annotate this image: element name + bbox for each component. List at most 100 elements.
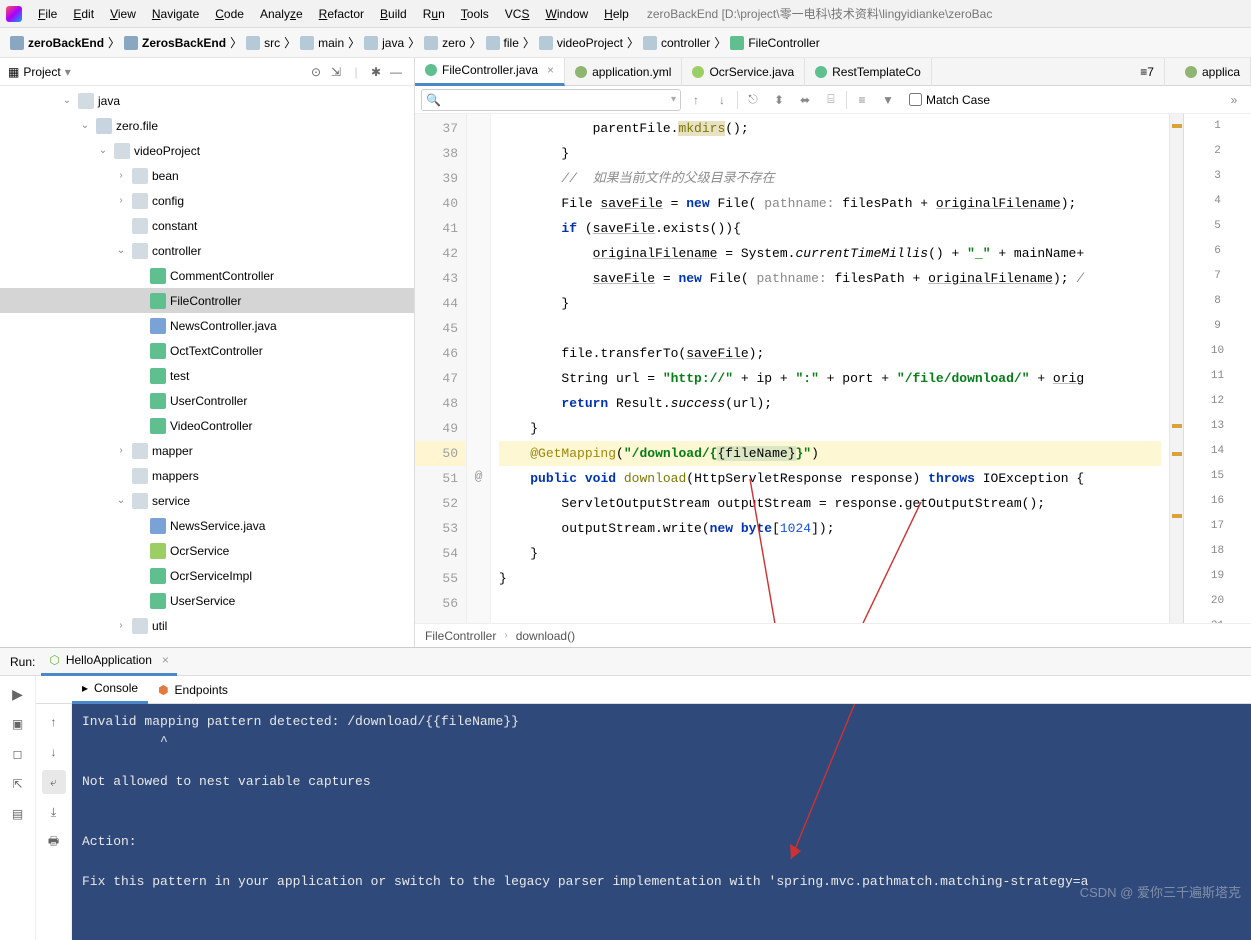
match-case-checkbox[interactable]: Match Case xyxy=(909,93,990,107)
tree-item[interactable]: ›bean xyxy=(0,163,414,188)
tree-item[interactable]: ⌄service xyxy=(0,488,414,513)
breadcrumb-item[interactable]: videoProject xyxy=(557,36,623,50)
breadcrumb-item[interactable]: zeroBackEnd xyxy=(28,36,104,50)
tree-item[interactable]: UserController xyxy=(0,388,414,413)
menu-vcs[interactable]: VCS xyxy=(497,7,538,21)
tabs-overflow[interactable]: ≡7 xyxy=(1130,58,1165,86)
breadcrumb-item[interactable]: FileController xyxy=(748,36,819,50)
filter-4-icon[interactable]: ⌸ xyxy=(820,89,842,111)
menu-navigate[interactable]: Navigate xyxy=(144,7,207,21)
close-icon[interactable]: × xyxy=(162,653,169,667)
editor-tab[interactable]: application.yml xyxy=(565,58,682,86)
tree-item[interactable]: constant xyxy=(0,213,414,238)
tree-item[interactable]: NewsController.java xyxy=(0,313,414,338)
menu-build[interactable]: Build xyxy=(372,7,415,21)
line-gutter[interactable]: 3738394041424344454647484950515253545556 xyxy=(415,114,467,623)
menu-analyze[interactable]: Analyze xyxy=(252,7,311,21)
more-icon[interactable]: » xyxy=(1223,89,1245,111)
editor-tab[interactable]: RestTemplateCo xyxy=(805,58,932,86)
breadcrumb-item[interactable]: zero xyxy=(442,36,465,50)
menu-run[interactable]: Run xyxy=(415,7,453,21)
code-content[interactable]: parentFile.mkdirs(); } // 如果当前文件的父级目录不存在… xyxy=(491,114,1169,623)
tree-arrow-icon[interactable]: ⌄ xyxy=(96,144,110,158)
match-case-input[interactable] xyxy=(909,93,922,106)
filter-1-icon[interactable]: ⎋ xyxy=(742,89,764,111)
tree-arrow-icon[interactable]: ⌄ xyxy=(114,494,128,508)
error-stripe[interactable] xyxy=(1169,114,1183,623)
filter-3-icon[interactable]: ⬌ xyxy=(794,89,816,111)
tab-right-split[interactable]: applica xyxy=(1175,58,1251,86)
tree-item[interactable]: ⌄controller xyxy=(0,238,414,263)
tree-arrow-icon[interactable]: ⌄ xyxy=(114,244,128,258)
tree-item[interactable]: OcrServiceImpl xyxy=(0,563,414,588)
up-icon[interactable]: ↑ xyxy=(42,710,66,734)
tree-item[interactable]: ⌄java xyxy=(0,88,414,113)
tree-arrow-icon[interactable]: › xyxy=(114,169,128,183)
tree-arrow-icon[interactable]: ⌄ xyxy=(60,94,74,108)
expand-all-icon[interactable]: ⇲ xyxy=(326,62,346,82)
menu-edit[interactable]: Edit xyxy=(65,7,102,21)
funnel-icon[interactable]: ▼ xyxy=(877,89,899,111)
close-icon[interactable]: × xyxy=(547,63,554,77)
breadcrumb-class[interactable]: FileController xyxy=(425,629,496,643)
tree-item[interactable]: NewsService.java xyxy=(0,513,414,538)
menu-help[interactable]: Help xyxy=(596,7,637,21)
run-config-tab[interactable]: ⬡ HelloApplication × xyxy=(41,648,177,676)
breadcrumb-item[interactable]: java xyxy=(382,36,404,50)
tree-item[interactable]: VideoController xyxy=(0,413,414,438)
layout-icon[interactable]: ▤ xyxy=(6,802,30,826)
editor-breadcrumb[interactable]: FileController › download() xyxy=(415,623,1251,647)
tree-item[interactable]: CommentController xyxy=(0,263,414,288)
tree-item[interactable]: FileController xyxy=(0,288,414,313)
next-occurrence-icon[interactable]: ↓ xyxy=(711,89,733,111)
tree-item[interactable]: ⌄videoProject xyxy=(0,138,414,163)
camera-icon[interactable]: ◻ xyxy=(6,742,30,766)
tree-item[interactable]: ⌄zero.file xyxy=(0,113,414,138)
tree-item[interactable]: ›util xyxy=(0,613,414,638)
breadcrumb-method[interactable]: download() xyxy=(516,629,575,643)
menu-tools[interactable]: Tools xyxy=(453,7,497,21)
scroll-icon[interactable]: ⤓ xyxy=(42,800,66,824)
exit-icon[interactable]: ⇱ xyxy=(6,772,30,796)
tree-item[interactable]: ›mapper xyxy=(0,438,414,463)
breadcrumb-item[interactable]: src xyxy=(264,36,280,50)
search-input[interactable]: 🔍 ▾ xyxy=(421,89,681,111)
breadcrumb-item[interactable]: controller xyxy=(661,36,710,50)
down-icon[interactable]: ↓ xyxy=(42,740,66,764)
menu-view[interactable]: View xyxy=(102,7,144,21)
print-icon[interactable]: 🖶 xyxy=(42,830,66,854)
hide-icon[interactable]: — xyxy=(386,62,406,82)
project-title[interactable]: Project xyxy=(23,65,60,79)
menu-window[interactable]: Window xyxy=(537,7,596,21)
filter-2-icon[interactable]: ⬍ xyxy=(768,89,790,111)
gutter-icons[interactable]: @ xyxy=(467,114,491,623)
tree-item[interactable]: mappers xyxy=(0,463,414,488)
tree-item[interactable]: ›config xyxy=(0,188,414,213)
breadcrumb-item[interactable]: ZerosBackEnd xyxy=(142,36,226,50)
tree-arrow-icon[interactable]: › xyxy=(114,619,128,633)
breadcrumb-item[interactable]: file xyxy=(504,36,519,50)
stop-button[interactable]: ▣ xyxy=(6,712,30,736)
soft-wrap-icon[interactable]: ⤶ xyxy=(42,770,66,794)
menu-file[interactable]: File xyxy=(30,7,65,21)
settings-icon[interactable]: ✱ xyxy=(366,62,386,82)
endpoints-tab[interactable]: ⬢ Endpoints xyxy=(148,676,238,704)
editor-tab[interactable]: FileController.java× xyxy=(415,58,565,86)
breadcrumb-item[interactable]: main xyxy=(318,36,344,50)
tree-arrow-icon[interactable]: ⌄ xyxy=(78,119,92,133)
search-dropdown-icon[interactable]: ▾ xyxy=(671,94,676,105)
console-tab[interactable]: ▸ Console xyxy=(72,676,148,704)
tree-item[interactable]: OcrService xyxy=(0,538,414,563)
prev-occurrence-icon[interactable]: ↑ xyxy=(685,89,707,111)
menu-code[interactable]: Code xyxy=(207,7,252,21)
editor-tab[interactable]: OcrService.java xyxy=(682,58,805,86)
tree-arrow-icon[interactable]: › xyxy=(114,444,128,458)
menu-refactor[interactable]: Refactor xyxy=(311,7,372,21)
tree-item[interactable]: test xyxy=(0,363,414,388)
tree-item[interactable]: UserService xyxy=(0,588,414,613)
project-tree[interactable]: ⌄java⌄zero.file⌄videoProject›bean›config… xyxy=(0,86,414,647)
code-editor[interactable]: 3738394041424344454647484950515253545556… xyxy=(415,114,1251,623)
chevron-down-icon[interactable]: ▾ xyxy=(65,65,71,79)
settings-toolbar-icon[interactable]: ≡ xyxy=(851,89,873,111)
run-button[interactable]: ▶ xyxy=(6,682,30,706)
